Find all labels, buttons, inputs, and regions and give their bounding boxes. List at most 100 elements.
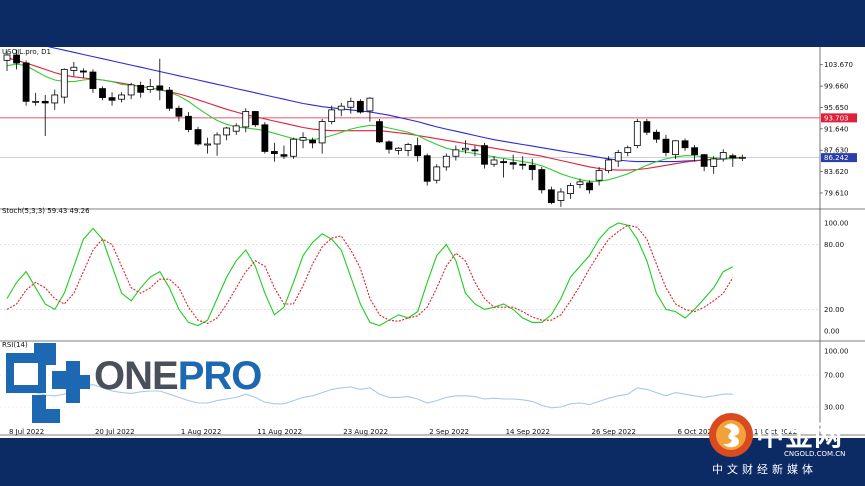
price-tick-label: 95.650 [824, 104, 849, 112]
price-tick-label: 91.640 [824, 125, 849, 133]
last-price-label: 86.242 [824, 154, 849, 162]
candle-body [672, 140, 679, 156]
stochastic-label: Stoch(5,3,3) 59.43 49.26 [2, 207, 90, 215]
price-tick-label: 87.630 [824, 147, 849, 155]
candle [509, 154, 517, 170]
candle-body [605, 159, 613, 172]
candle [519, 156, 527, 170]
candle [633, 118, 641, 149]
stoch-signal-line [6, 224, 734, 324]
candle [528, 158, 536, 181]
candle-body [519, 163, 527, 166]
candle-body [681, 140, 689, 149]
candle-body [490, 159, 498, 165]
candle-body [309, 139, 317, 144]
candle [442, 153, 450, 171]
candle-body [89, 71, 97, 89]
ma-red-line [6, 57, 743, 171]
candle-body [32, 100, 40, 103]
candle [700, 154, 708, 172]
candle [204, 137, 211, 154]
candle-body [385, 141, 393, 150]
candle-body [624, 147, 632, 153]
onepro-wordmark: ONEPRO [94, 354, 262, 399]
candle-body [60, 68, 68, 98]
candle [624, 145, 632, 157]
candle [80, 68, 87, 78]
symbol-label: USOIL.pro, D1 [2, 48, 51, 56]
candle [662, 134, 670, 157]
candle [567, 182, 574, 199]
price-panel: 93.703 86.242 [0, 47, 857, 207]
candle-body [442, 155, 450, 168]
candle-body [423, 155, 431, 182]
x-tick-label: 20 Jul 2022 [95, 428, 135, 436]
candle [729, 153, 737, 167]
candle [538, 166, 546, 194]
candle [547, 186, 555, 205]
candle [395, 147, 402, 155]
rsi-tick-label: 70.00 [824, 372, 844, 380]
price-tick-label: 79.610 [824, 189, 849, 197]
candle [99, 86, 106, 101]
candle-body [70, 66, 78, 71]
candle [681, 138, 689, 151]
candle-body [538, 169, 546, 191]
candle [557, 188, 565, 207]
x-tick-label: 26 Sep 2022 [592, 428, 636, 436]
candle-body [22, 62, 30, 102]
candle [175, 105, 183, 122]
candle-body [80, 70, 87, 73]
candle-body [366, 97, 374, 112]
rsi-tick-label: 30.00 [824, 404, 844, 412]
watermark-cn-text: 中金网 [756, 419, 844, 452]
candle [146, 78, 154, 93]
candle [299, 132, 307, 149]
onepro-logo: ONEPRO [6, 343, 276, 423]
candle [156, 58, 164, 101]
candle-body [118, 94, 125, 100]
candle-body [729, 155, 737, 159]
candle-body [614, 152, 622, 162]
stoch-main-line [6, 222, 734, 327]
candle-body [156, 85, 164, 91]
watermark-sub-text: 中文财经新媒体 [712, 463, 817, 476]
x-tick-label: 8 Jul 2022 [9, 428, 44, 436]
candle [738, 154, 746, 162]
candle [347, 97, 355, 114]
candle [691, 145, 698, 162]
candle-body [643, 121, 651, 133]
candle-body [500, 161, 508, 164]
candle [60, 68, 68, 104]
candle [433, 164, 441, 184]
candle-body [710, 158, 718, 167]
candle-body [270, 151, 278, 154]
candle-body [299, 137, 307, 141]
candle [385, 140, 393, 154]
candle [452, 145, 460, 161]
watermark-domain-text: CNGOLD.COM.CN [784, 450, 846, 458]
candle-body [51, 94, 59, 104]
candle [376, 118, 383, 143]
candle-body [337, 105, 345, 111]
x-tick-label: 2 Sep 2022 [429, 428, 469, 436]
candle-body [13, 54, 20, 64]
candle-body [395, 147, 402, 151]
ma-blue-line [47, 47, 743, 163]
candle [318, 118, 326, 154]
candle-body [452, 149, 460, 157]
candle-body [280, 154, 288, 157]
candle-body [347, 100, 355, 108]
candle [108, 92, 116, 106]
candle [280, 145, 288, 159]
rsi-tick-label: 100.00 [824, 348, 849, 356]
candle-body [318, 121, 326, 144]
candle [41, 94, 49, 136]
candle-body [576, 181, 584, 185]
candle [165, 86, 173, 111]
stoch-tick-label: 20.00 [824, 306, 844, 314]
candle-body [461, 147, 469, 151]
candle [137, 81, 145, 98]
candle [89, 69, 97, 93]
candle-body [204, 143, 211, 146]
